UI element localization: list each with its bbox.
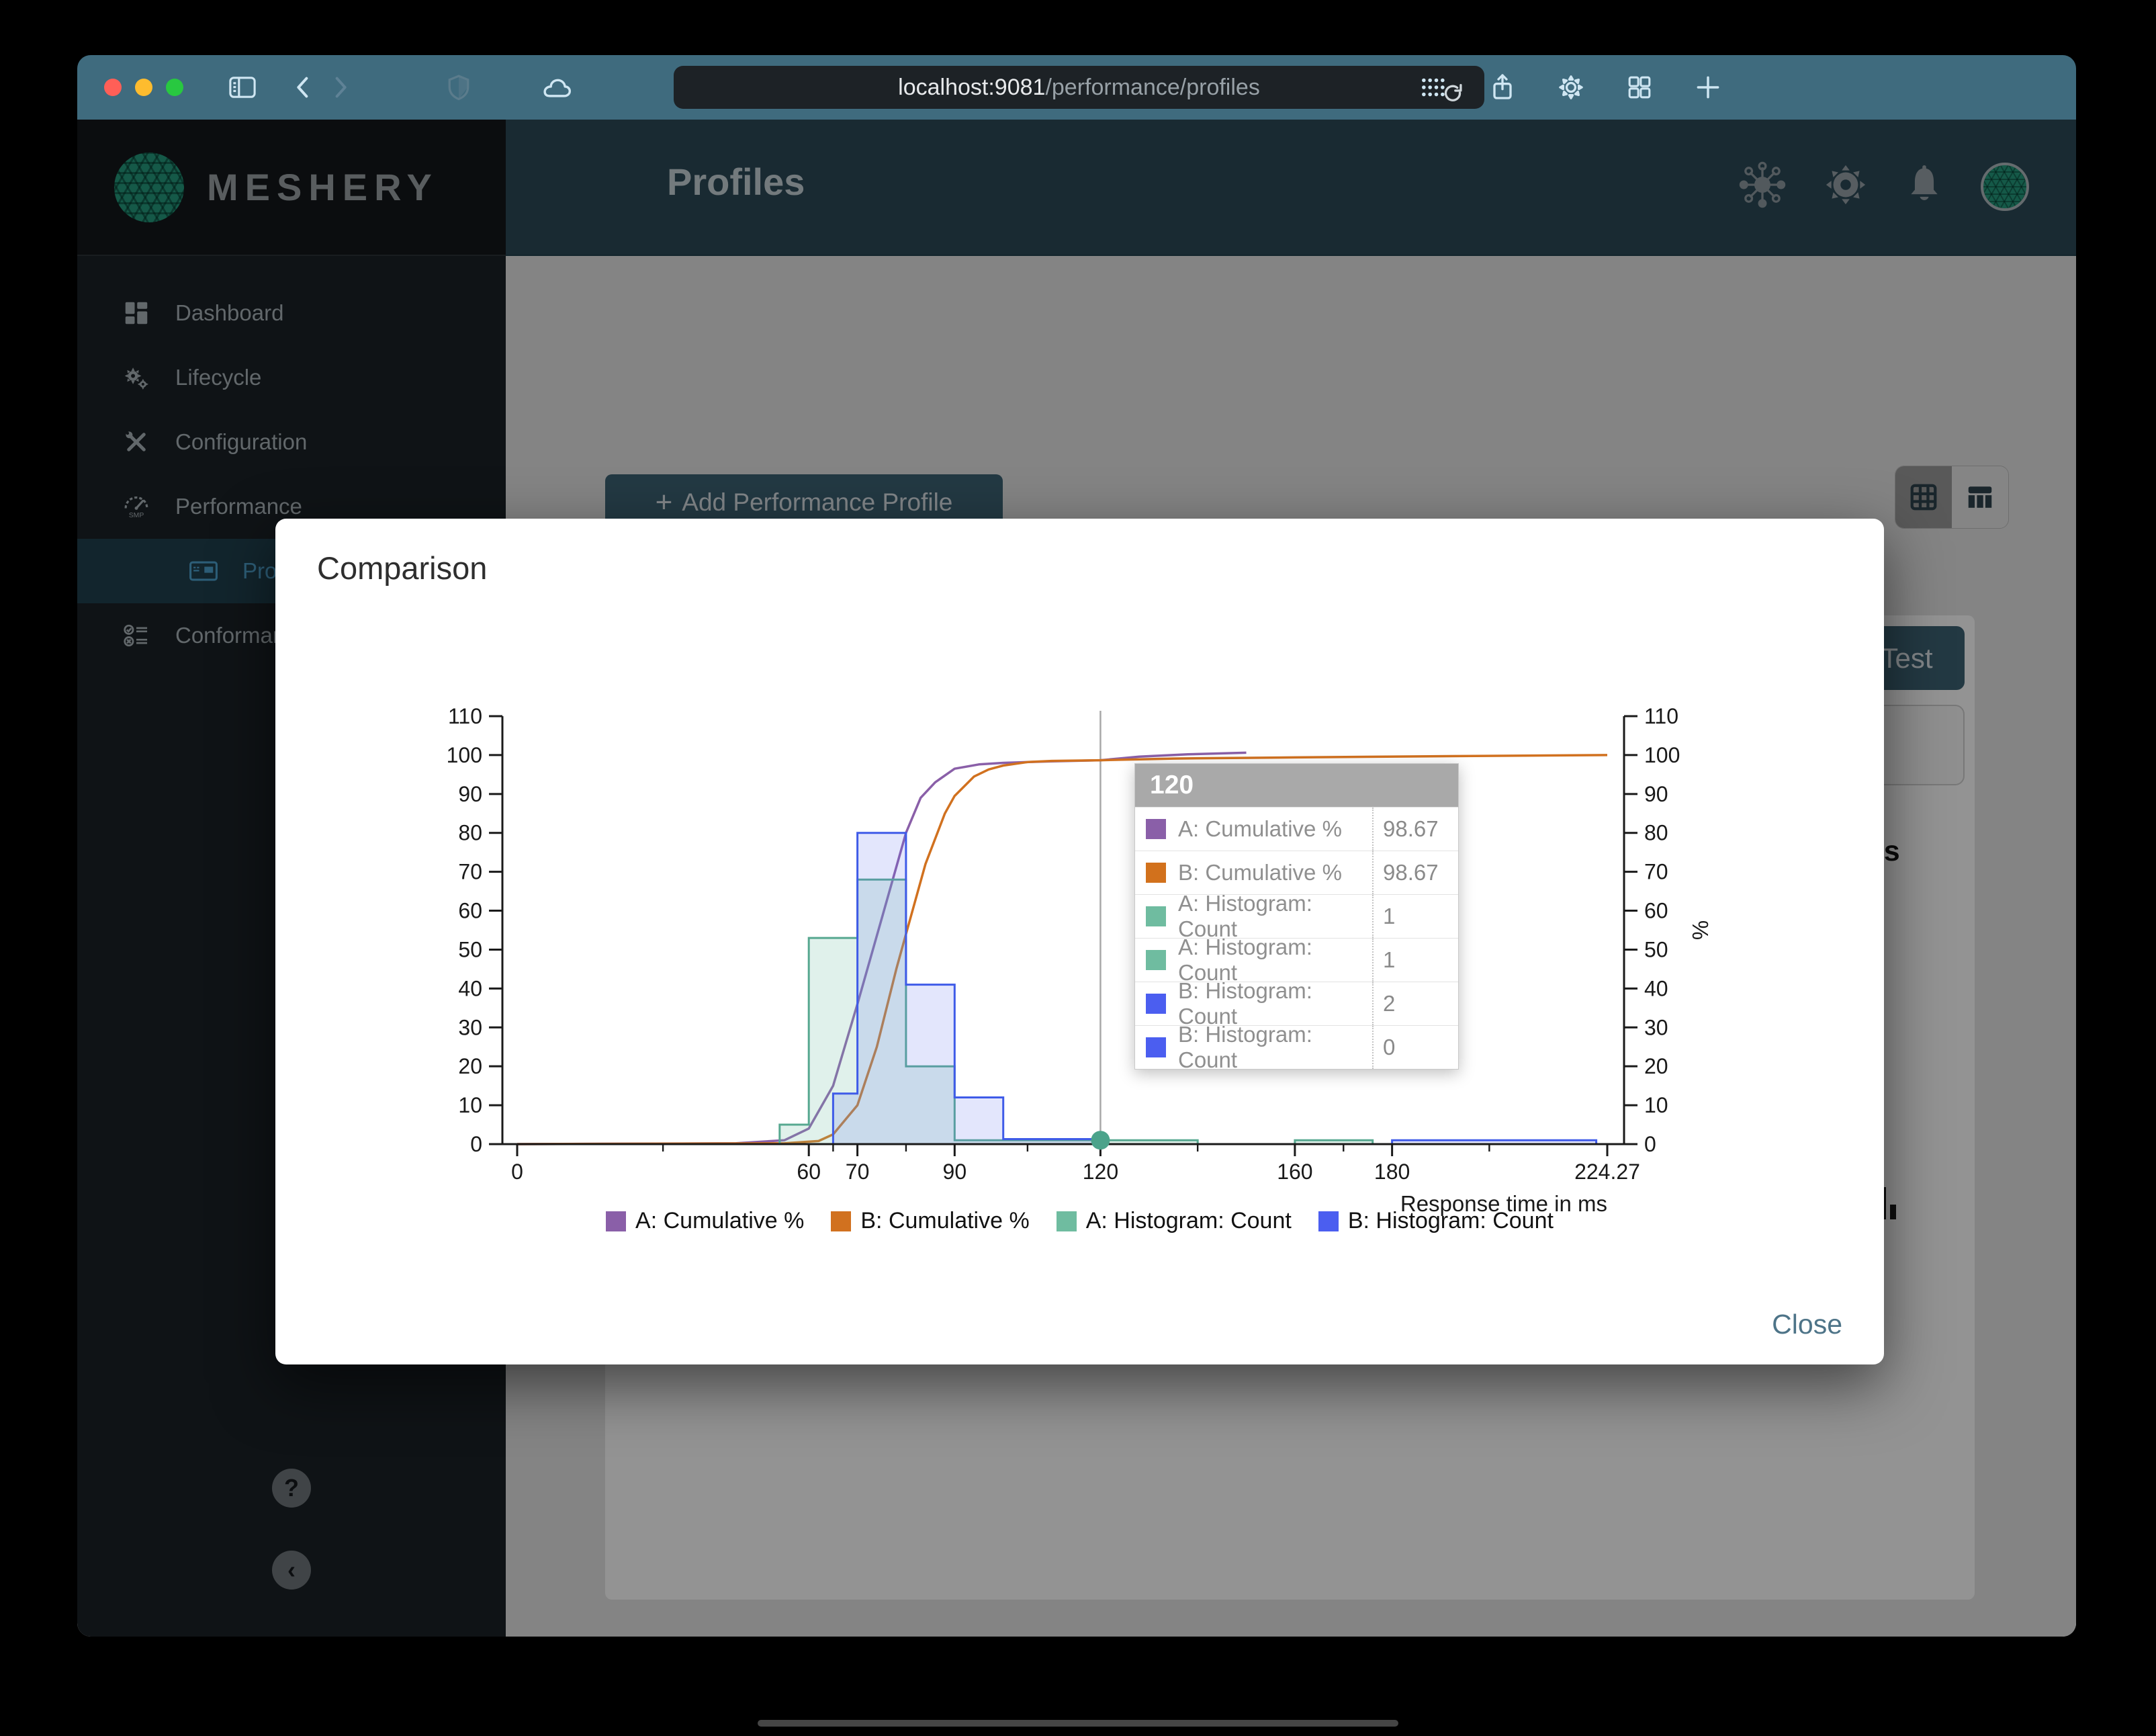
svg-text:20: 20 bbox=[458, 1054, 482, 1078]
url-host: localhost:9081 bbox=[898, 74, 1046, 100]
svg-text:60: 60 bbox=[797, 1160, 821, 1184]
comparison-modal: Comparison 0 0 10 10 20 20 30 30 40 40 50 50 60 60 70 7… bbox=[275, 519, 1884, 1364]
dock-indicator bbox=[758, 1720, 1398, 1727]
hover-dot bbox=[1091, 1131, 1110, 1150]
svg-text:50: 50 bbox=[458, 937, 482, 961]
tooltip-series-value: 2 bbox=[1372, 982, 1458, 1025]
minimize-window-button[interactable] bbox=[135, 79, 152, 96]
tooltip-series-label: B: Cumulative % bbox=[1178, 860, 1342, 885]
svg-text:80: 80 bbox=[458, 821, 482, 845]
browser-toolbar: localhost:9081/performance/profiles bbox=[77, 55, 2076, 120]
cloud-icon[interactable] bbox=[538, 69, 576, 106]
svg-text:40: 40 bbox=[1644, 976, 1668, 1000]
url-bar[interactable]: localhost:9081/performance/profiles bbox=[674, 66, 1484, 109]
new-tab-icon[interactable] bbox=[1689, 69, 1727, 106]
settings-gear-icon[interactable] bbox=[1552, 69, 1590, 106]
legend-item[interactable]: B: Cumulative % bbox=[831, 1208, 1030, 1234]
legend-label: A: Cumulative % bbox=[635, 1208, 805, 1233]
svg-text:70: 70 bbox=[458, 860, 482, 884]
y2-axis-label: % bbox=[1688, 920, 1713, 940]
browser-window: localhost:9081/performance/profiles MESH… bbox=[77, 55, 2076, 1637]
tooltip-series-value: 98.67 bbox=[1372, 808, 1458, 851]
series-swatch-icon bbox=[1146, 863, 1166, 883]
tooltip-series-value: 1 bbox=[1372, 895, 1458, 938]
tooltip-series-label: B: Histogram: Count bbox=[1178, 1022, 1312, 1072]
svg-text:0: 0 bbox=[1644, 1132, 1656, 1156]
chart-tooltip: 120 A: Cumulative % 98.67 B: Cumulative % 9… bbox=[1134, 763, 1459, 1072]
tab-overview-icon[interactable] bbox=[1621, 69, 1658, 106]
legend-swatch-icon bbox=[1056, 1211, 1077, 1231]
svg-text:224.27: 224.27 bbox=[1574, 1160, 1640, 1184]
svg-text:90: 90 bbox=[943, 1160, 967, 1184]
series-swatch-icon bbox=[1146, 1037, 1166, 1057]
svg-text:180: 180 bbox=[1374, 1160, 1410, 1184]
svg-text:70: 70 bbox=[846, 1160, 870, 1184]
svg-text:90: 90 bbox=[1644, 782, 1668, 806]
sidebar-toggle-icon[interactable] bbox=[224, 69, 261, 106]
svg-text:10: 10 bbox=[458, 1093, 482, 1117]
series-swatch-icon bbox=[1146, 819, 1166, 839]
back-button[interactable] bbox=[284, 69, 322, 106]
tooltip-header: 120 bbox=[1135, 764, 1458, 807]
svg-text:60: 60 bbox=[1644, 899, 1668, 923]
tooltip-row: A: Histogram: Count 1 bbox=[1135, 891, 1458, 941]
tooltip-series-value: 98.67 bbox=[1372, 851, 1458, 894]
privacy-shield-icon bbox=[440, 69, 478, 106]
svg-text:160: 160 bbox=[1277, 1160, 1312, 1184]
series-swatch-icon bbox=[1146, 994, 1166, 1014]
tooltip-row: B: Histogram: Count 0 bbox=[1135, 1022, 1458, 1072]
svg-text:30: 30 bbox=[458, 1015, 482, 1039]
legend-item[interactable]: B: Histogram: Count bbox=[1318, 1208, 1554, 1234]
svg-text:50: 50 bbox=[1644, 937, 1668, 961]
tooltip-row: A: Cumulative % 98.67 bbox=[1135, 807, 1458, 851]
svg-text:110: 110 bbox=[1644, 704, 1678, 728]
svg-text:90: 90 bbox=[458, 782, 482, 806]
close-window-button[interactable] bbox=[104, 79, 122, 96]
zoom-window-button[interactable] bbox=[166, 79, 183, 96]
tooltip-row: B: Histogram: Count 2 bbox=[1135, 978, 1458, 1029]
svg-text:100: 100 bbox=[447, 743, 482, 767]
url-path: /performance/profiles bbox=[1045, 74, 1260, 100]
svg-text:80: 80 bbox=[1644, 821, 1668, 845]
svg-text:100: 100 bbox=[1644, 743, 1680, 767]
chart-legend: A: Cumulative % B: Cumulative % A: Histogr… bbox=[275, 1208, 1884, 1234]
svg-text:70: 70 bbox=[1644, 860, 1668, 884]
series-swatch-icon bbox=[1146, 950, 1166, 970]
share-icon[interactable] bbox=[1484, 69, 1521, 106]
screenshot-stage: localhost:9081/performance/profiles MESH… bbox=[0, 0, 2156, 1736]
svg-text:10: 10 bbox=[1644, 1093, 1668, 1117]
svg-text:30: 30 bbox=[1644, 1015, 1668, 1039]
legend-label: B: Histogram: Count bbox=[1347, 1208, 1554, 1233]
svg-text:60: 60 bbox=[458, 899, 482, 923]
tooltip-series-value: 1 bbox=[1372, 939, 1458, 982]
legend-swatch-icon bbox=[831, 1211, 852, 1231]
legend-swatch-icon bbox=[606, 1211, 627, 1231]
legend-swatch-icon bbox=[1318, 1211, 1339, 1231]
legend-item[interactable]: A: Histogram: Count bbox=[1056, 1208, 1292, 1234]
svg-text:0: 0 bbox=[511, 1160, 523, 1184]
svg-text:20: 20 bbox=[1644, 1054, 1668, 1078]
grid-dots-icon[interactable] bbox=[1415, 69, 1453, 106]
legend-label: A: Histogram: Count bbox=[1085, 1208, 1292, 1233]
tooltip-series-value: 0 bbox=[1372, 1026, 1458, 1069]
svg-text:40: 40 bbox=[458, 976, 482, 1000]
legend-item[interactable]: A: Cumulative % bbox=[606, 1208, 804, 1234]
svg-text:0: 0 bbox=[470, 1132, 482, 1156]
close-button[interactable]: Close bbox=[1772, 1309, 1842, 1340]
comparison-chart[interactable]: 0 010 1020 2030 3040 4050 5060 6070 7080 8090 9010… bbox=[437, 674, 1766, 1216]
tooltip-row: A: Histogram: Count 1 bbox=[1135, 935, 1458, 985]
tooltip-row: B: Cumulative % 98.67 bbox=[1135, 851, 1458, 894]
app-viewport: MESHERY Dashboard Lifecycle Configuration S… bbox=[77, 120, 2076, 1637]
series-swatch-icon bbox=[1146, 906, 1166, 926]
forward-button[interactable] bbox=[322, 69, 359, 106]
legend-label: B: Cumulative % bbox=[860, 1208, 1030, 1233]
tooltip-series-label: A: Cumulative % bbox=[1178, 816, 1342, 841]
svg-text:110: 110 bbox=[448, 704, 482, 728]
svg-text:120: 120 bbox=[1083, 1160, 1118, 1184]
modal-title: Comparison bbox=[317, 550, 488, 586]
